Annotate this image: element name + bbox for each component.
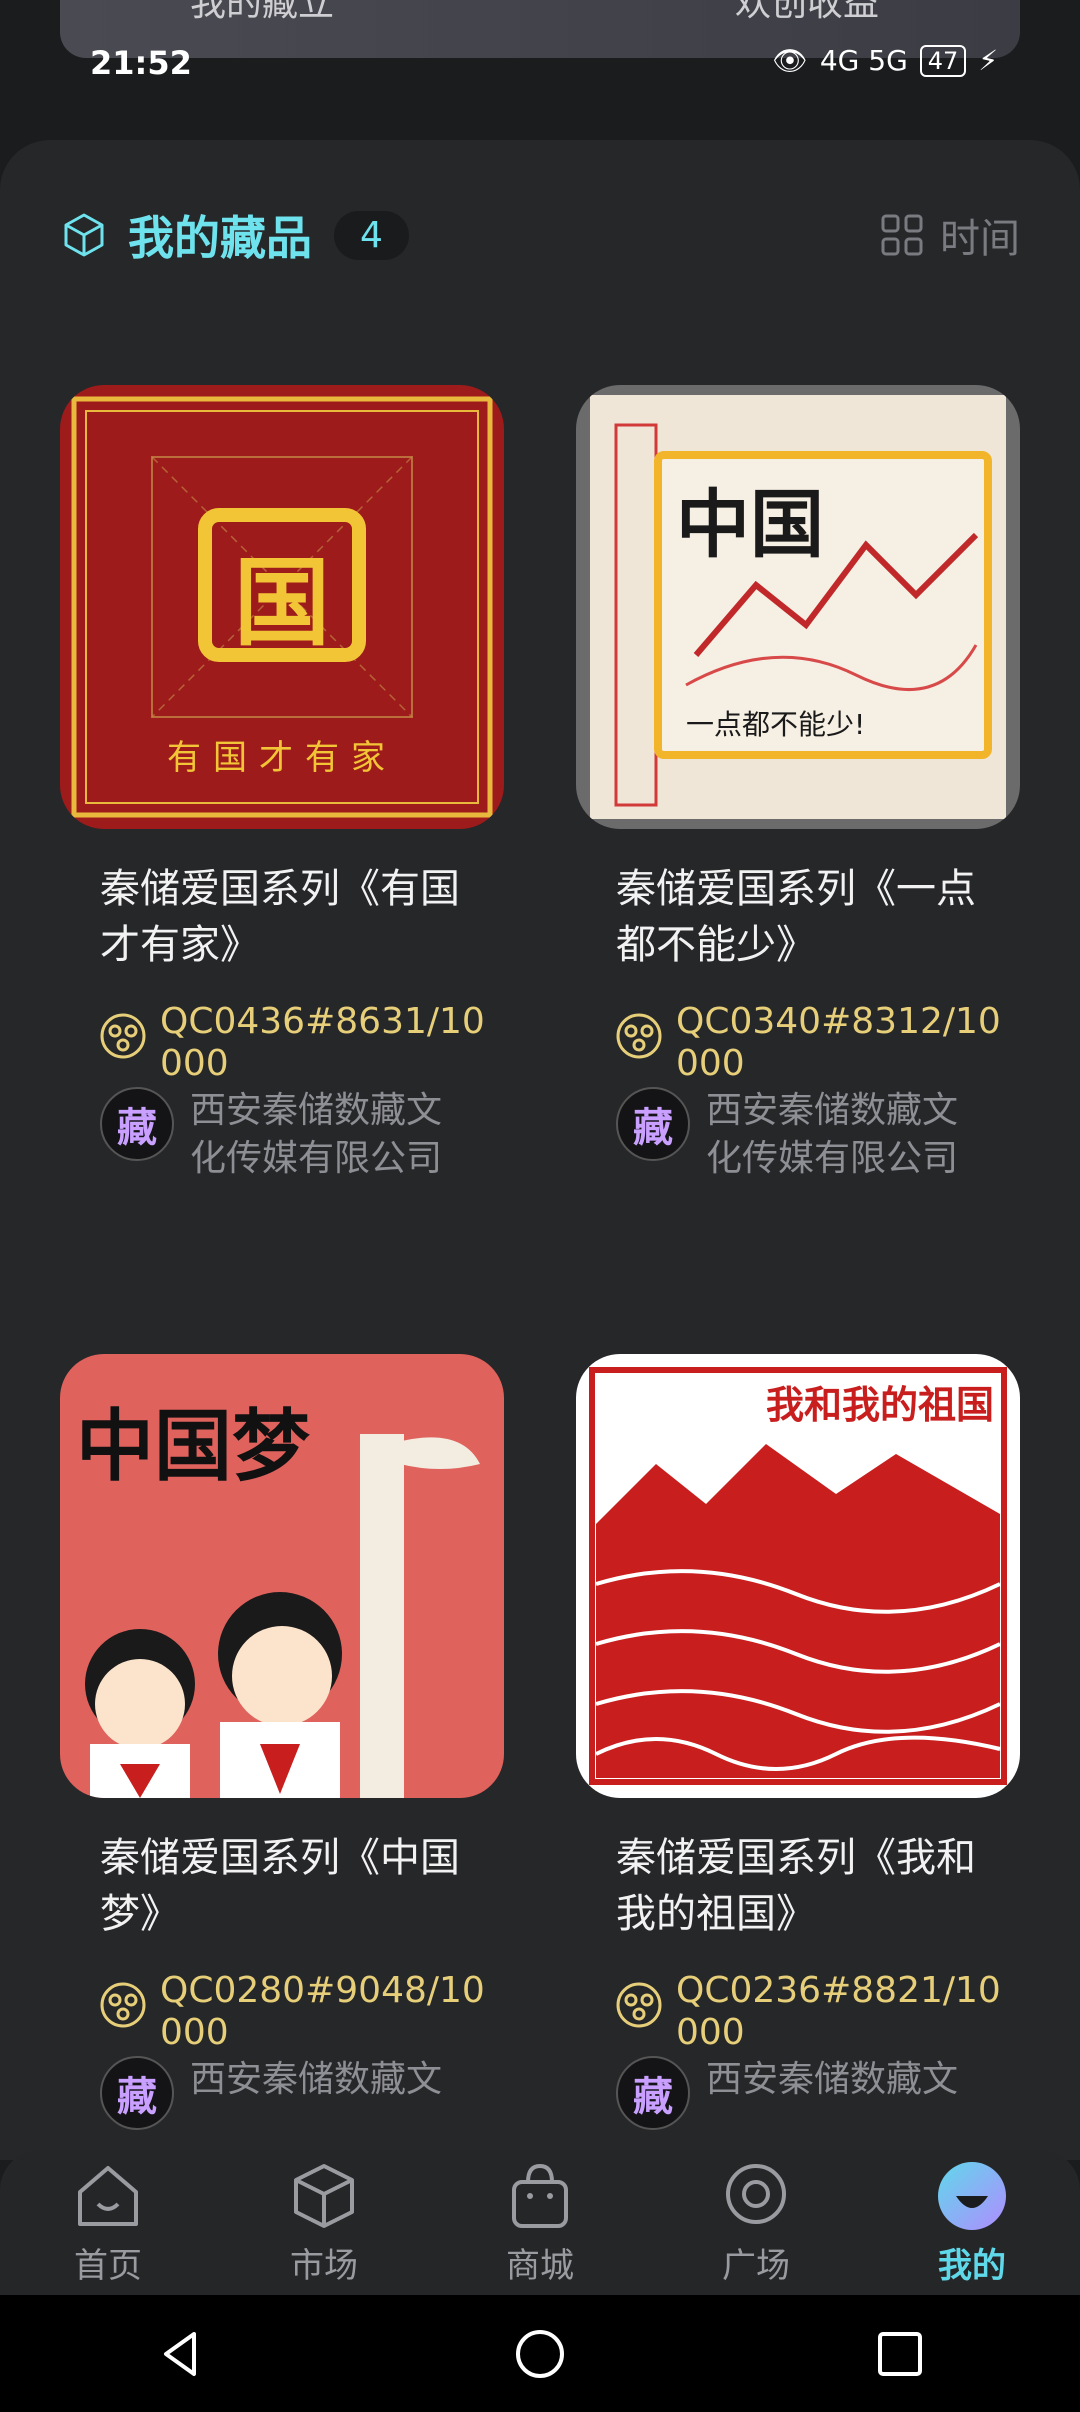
nav-mall[interactable]: 商城: [450, 2158, 630, 2287]
nav-label: 市场: [290, 2246, 358, 2286]
grid-view-icon[interactable]: [880, 213, 924, 257]
sort-toggle[interactable]: 时间: [880, 206, 1020, 264]
issuer-avatar: 藏: [616, 1087, 690, 1161]
collectible-image[interactable]: 我和我的祖国: [576, 1354, 1020, 1798]
collectible-code: QC0436#8631/10000: [160, 1001, 485, 1084]
nav-plaza[interactable]: 广场: [666, 2158, 846, 2287]
issuer-name: 西安秦储数藏文化传媒有限公司: [190, 1090, 443, 1179]
banner-left-label: 我的藏立: [190, 0, 335, 24]
collectible-code: QC0340#8312/10000: [676, 1001, 1001, 1084]
nav-label: 商城: [506, 2246, 574, 2286]
collectible-name[interactable]: 秦储爱国系列《中国梦》: [100, 1830, 480, 1942]
chain-hash-icon: [616, 1013, 662, 1059]
image-caption: 一点都不能少!: [686, 708, 866, 741]
nav-label: 我的: [938, 2246, 1006, 2286]
network-signal-icon: 4G 5G: [819, 44, 908, 77]
collectible-name[interactable]: 秦储爱国系列《我和我的祖国》: [616, 1830, 996, 1942]
collection-card[interactable]: 中国 一点都不能少! 秦储爱国系列《一点都不能少》 QC0340#8312/10…: [576, 385, 1020, 1179]
eye-icon: 👁: [772, 44, 808, 77]
great-wall-artwork: [614, 423, 992, 807]
home-icon: [78, 2166, 138, 2226]
collectible-code: QC0280#9048/10000: [160, 1970, 485, 2053]
issuer-avatar: 藏: [616, 2056, 690, 2130]
collection-card[interactable]: 国 有国才有家 秦储爱国系列《有国才有家》 QC0436#8631/10000 …: [60, 385, 504, 1179]
issuer-name: 西安秦储数藏文化传媒有限公司: [706, 1090, 959, 1179]
collectible-code: QC0236#8821/10000: [676, 1970, 1001, 2053]
collection-header: 我的藏品 4 时间: [60, 200, 1020, 270]
image-main-char: 国: [234, 547, 330, 659]
collection-count-badge: 4: [334, 210, 409, 260]
collection-card[interactable]: 中国梦 秦储爱国系列《中国梦》 QC0280#9048/10000 藏 西安秦储…: [60, 1354, 504, 2130]
status-time: 21:52: [90, 44, 192, 82]
sort-label[interactable]: 时间: [940, 206, 1020, 264]
image-main-text: 中国梦: [76, 1402, 311, 1492]
chain-hash-icon: [100, 1013, 146, 1059]
shopping-bag-icon: [512, 2163, 568, 2228]
page-title: 我的藏品: [128, 211, 312, 265]
collectible-image[interactable]: 中国梦: [60, 1354, 504, 1798]
collectible-name[interactable]: 秦储爱国系列《一点都不能少》: [616, 861, 996, 973]
image-main-text: 中国: [676, 482, 824, 568]
issuer-avatar: 藏: [100, 2056, 174, 2130]
banner-right-label: 欢创收益: [735, 0, 880, 24]
nav-label: 首页: [74, 2246, 142, 2286]
status-icons: 👁 4G 5G 47 ⚡: [772, 44, 998, 77]
nav-label: 广场: [722, 2246, 790, 2286]
issuer-name: 西安秦储数藏文: [706, 2059, 959, 2100]
cube-icon: [64, 213, 104, 257]
collectible-image[interactable]: 国 有国才有家: [60, 385, 504, 829]
issuer-avatar: 藏: [100, 1087, 174, 1161]
collection-card[interactable]: 我和我的祖国 秦储爱国系列《我和我的祖国》 QC0236#8821/10000 …: [576, 1354, 1020, 2130]
collectible-name[interactable]: 秦储爱国系列《有国才有家》: [100, 861, 480, 973]
battery-icon: 47: [919, 44, 967, 77]
back-icon[interactable]: [150, 2324, 210, 2384]
charging-icon: ⚡: [978, 44, 998, 77]
issuer-name: 西安秦储数藏文: [190, 2059, 443, 2100]
image-main-text: 我和我的祖国: [766, 1383, 995, 1427]
system-nav-bar: [0, 2295, 1080, 2412]
status-bar: 21:52 👁 4G 5G 47 ⚡: [0, 30, 1080, 94]
collectible-image[interactable]: 中国 一点都不能少!: [576, 385, 1020, 829]
nav-home[interactable]: 首页: [18, 2158, 198, 2287]
nav-profile[interactable]: 我的: [882, 2158, 1062, 2287]
home-circle-icon[interactable]: [510, 2324, 570, 2384]
image-caption: 有国才有家: [167, 738, 397, 778]
plaza-chat-icon: [726, 2164, 786, 2224]
recents-icon[interactable]: [870, 2324, 930, 2384]
nav-market[interactable]: 市场: [234, 2158, 414, 2287]
chain-hash-icon: [616, 1982, 662, 2028]
chain-hash-icon: [100, 1982, 146, 2028]
market-cube-icon: [294, 2164, 354, 2228]
bottom-nav: 首页 市场 商城 广场 我的: [0, 2150, 1080, 2295]
profile-icon: [938, 2162, 1006, 2230]
